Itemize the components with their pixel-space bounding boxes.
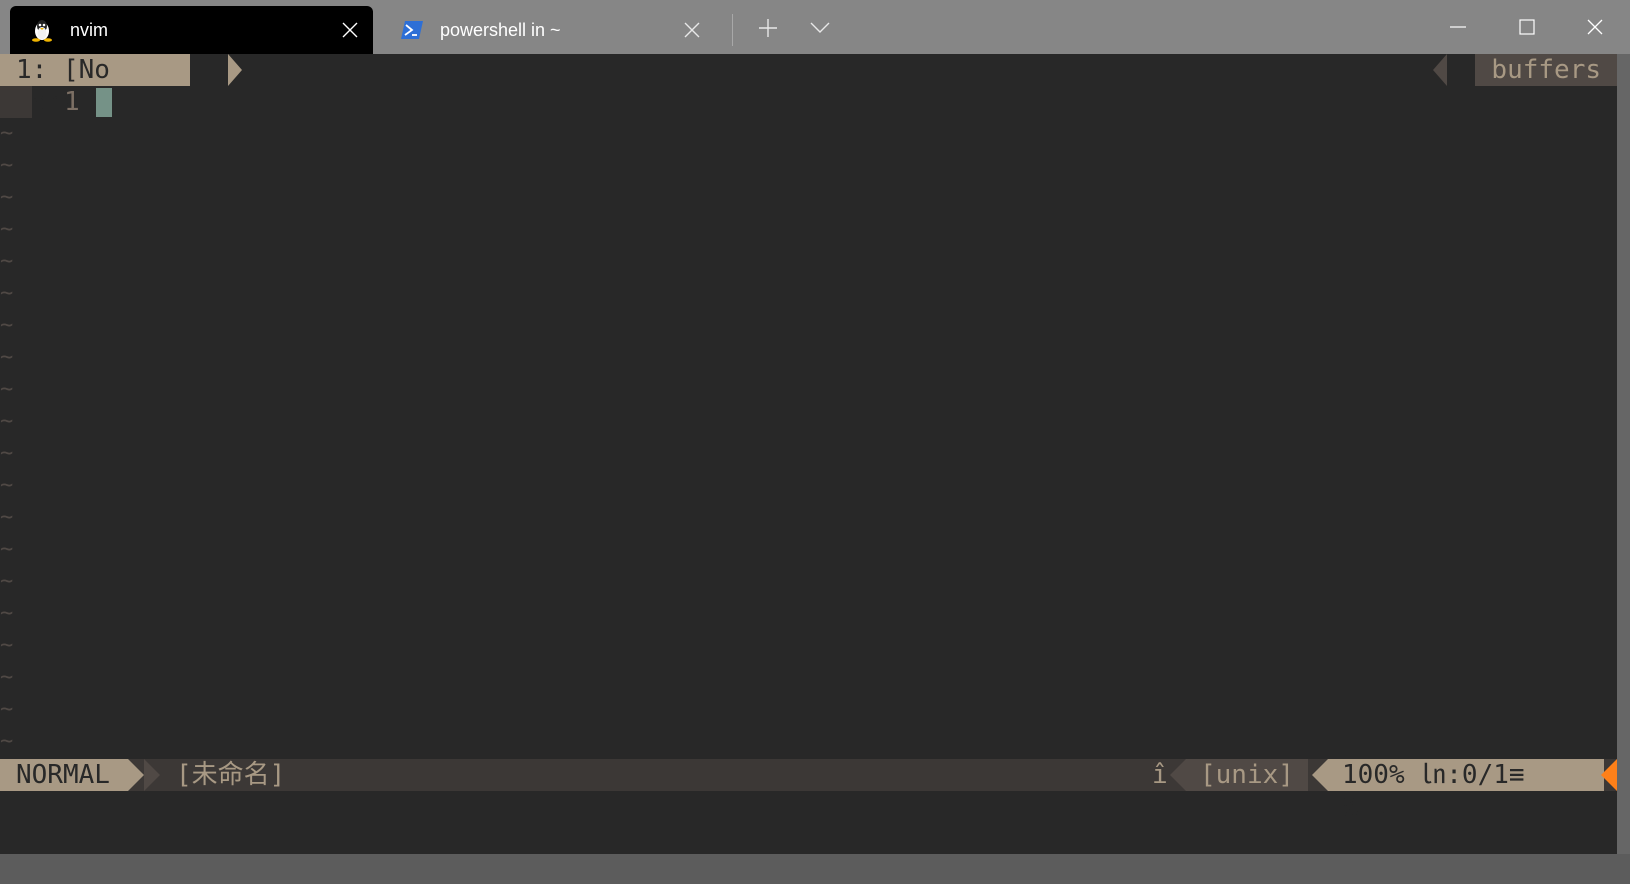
fileformat: [unix] <box>1186 759 1308 791</box>
powerline-separator <box>128 759 144 791</box>
cursor-position: 100% ㏑:0/1≡ ℅:1 <box>1328 759 1604 822</box>
tab-title: powershell in ~ <box>440 19 561 40</box>
powershell-icon <box>398 16 426 44</box>
empty-line-tilde: ~ <box>0 409 14 434</box>
text-cursor <box>96 88 112 117</box>
maximize-button[interactable] <box>1492 0 1562 54</box>
empty-line-tilde: ~ <box>0 217 14 242</box>
empty-line-tilde: ~ <box>0 345 14 370</box>
close-icon[interactable] <box>333 13 367 47</box>
minimize-button[interactable] <box>1423 0 1493 54</box>
tab-dropdown-button[interactable] <box>800 8 840 48</box>
filename: [未命名] <box>176 760 286 790</box>
title-bar: nvim powershell in ~ <box>0 0 1630 54</box>
powerline-separator <box>1312 759 1328 791</box>
window-bottom-border <box>0 854 1630 884</box>
sign-column <box>0 86 32 118</box>
empty-line-tilde: ~ <box>0 185 14 210</box>
empty-line-tilde: ~ <box>0 601 14 626</box>
close-icon <box>1587 19 1603 35</box>
tab-nvim[interactable]: nvim <box>10 6 373 54</box>
buffers-label: buffers <box>1475 54 1617 86</box>
scrollbar-gutter <box>1617 54 1630 854</box>
warning-indicator <box>1601 759 1617 791</box>
empty-line-tilde: ~ <box>0 153 14 178</box>
empty-line-tilde: ~ <box>0 537 14 562</box>
nvim-statusline: NORMAL [未命名] î [unix] 100% ㏑:0/1≡ ℅:1 <box>0 759 1617 822</box>
linux-penguin-icon <box>28 16 56 44</box>
powerline-separator <box>1433 54 1447 86</box>
line-number: 1 <box>64 87 80 117</box>
maximize-icon <box>1519 19 1535 35</box>
powerline-separator <box>228 54 242 86</box>
nvim-tabline: 1: [No Name] buffers <box>0 54 1617 117</box>
powerline-separator <box>1170 759 1186 791</box>
empty-line-tilde: ~ <box>0 505 14 530</box>
tab-divider <box>732 14 733 46</box>
chevron-down-icon <box>810 22 830 33</box>
encoding-icon: î <box>1152 760 1168 790</box>
empty-line-tilde: ~ <box>0 121 14 146</box>
powerline-separator <box>144 759 160 791</box>
buffer-tab[interactable]: 1: [No Name] <box>0 54 190 117</box>
plus-icon <box>759 19 777 37</box>
tab-title: nvim <box>70 19 109 40</box>
empty-line-tilde: ~ <box>0 249 14 274</box>
empty-line-tilde: ~ <box>0 473 14 498</box>
empty-line-tilde: ~ <box>0 569 14 594</box>
empty-line-tilde: ~ <box>0 665 14 690</box>
tab-powershell[interactable]: powershell in ~ <box>380 6 715 54</box>
window-close-button[interactable] <box>1560 0 1630 54</box>
empty-line-tilde: ~ <box>0 697 14 722</box>
empty-line-tilde: ~ <box>0 313 14 338</box>
mode-indicator: NORMAL <box>0 759 128 791</box>
close-icon[interactable] <box>675 13 709 47</box>
empty-line-tilde: ~ <box>0 281 14 306</box>
minimize-icon <box>1450 26 1466 28</box>
empty-line-tilde: ~ <box>0 377 14 402</box>
terminal-area[interactable]: 1: [No Name] buffers 1 ~ ~ ~ ~ ~ ~ ~ ~ ~ ~ ~ ~ ~ ~ ~ ~ ~… <box>0 54 1617 854</box>
empty-line-tilde: ~ <box>0 729 14 754</box>
empty-line-tilde: ~ <box>0 441 14 466</box>
empty-line-tilde: ~ <box>0 633 14 658</box>
new-tab-button[interactable] <box>748 8 788 48</box>
